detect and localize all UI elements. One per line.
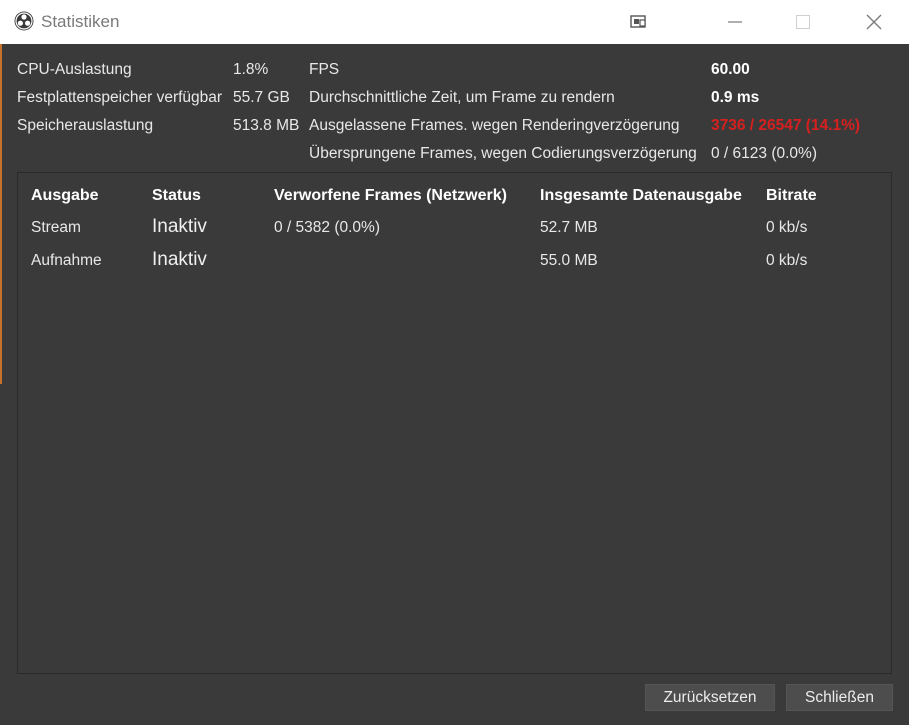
fps-value: 60.00: [711, 61, 750, 78]
row-total: 52.7 MB: [540, 219, 598, 236]
disk-label: Festplattenspeicher verfügbar: [17, 89, 223, 106]
cpu-value: 1.8%: [233, 61, 269, 78]
render-time-label: Durchschnittliche Zeit, um Frame zu rend…: [309, 89, 615, 106]
row-dropped: 0 / 5382 (0.0%): [274, 219, 380, 236]
obs-logo-icon: [14, 11, 34, 31]
memory-value: 513.8 MB: [233, 117, 300, 134]
row-status: Inaktiv: [152, 216, 207, 237]
close-button[interactable]: [839, 0, 909, 44]
header-status: Status: [152, 187, 201, 204]
pin-button[interactable]: [604, 0, 674, 44]
skipped-frames-label: Übersprungene Frames, wegen Codierungsve…: [309, 145, 697, 162]
maximize-button[interactable]: [768, 0, 838, 44]
row-total: 55.0 MB: [540, 252, 598, 269]
missed-frames-value: 3736 / 26547 (14.1%): [711, 117, 861, 134]
window-edge: [0, 44, 2, 384]
maximize-icon: [796, 15, 810, 29]
missed-frames-label: Ausgelassene Frames. wegen Renderingverz…: [309, 117, 680, 134]
memory-label: Speicherauslastung: [17, 117, 154, 134]
close-dialog-button[interactable]: Schließen: [786, 684, 893, 711]
header-output: Ausgabe: [31, 187, 99, 204]
disk-value: 55.7 GB: [233, 89, 290, 106]
row-status: Inaktiv: [152, 249, 207, 270]
minimize-button[interactable]: [700, 0, 770, 44]
header-total-output: Insgesamte Datenausgabe: [540, 187, 742, 204]
row-bitrate: 0 kb/s: [766, 219, 808, 236]
pin-icon: [630, 15, 646, 28]
reset-button[interactable]: Zurücksetzen: [645, 684, 775, 711]
window-title: Statistiken: [41, 12, 120, 31]
row-name: Aufnahme: [31, 252, 102, 269]
cpu-label: CPU-Auslastung: [17, 61, 132, 78]
title-bar: Statistiken: [0, 0, 909, 44]
header-dropped-frames: Verworfene Frames (Netzwerk): [274, 187, 507, 204]
row-name: Stream: [31, 219, 81, 236]
minimize-icon: [728, 21, 742, 23]
row-bitrate: 0 kb/s: [766, 252, 808, 269]
close-icon: [866, 14, 882, 30]
render-time-value: 0.9 ms: [711, 89, 760, 106]
skipped-frames-value: 0 / 6123 (0.0%): [711, 145, 817, 162]
header-bitrate: Bitrate: [766, 187, 817, 204]
outputs-table: Ausgabe Status Verworfene Frames (Netzwe…: [17, 172, 892, 674]
fps-label: FPS: [309, 61, 340, 78]
